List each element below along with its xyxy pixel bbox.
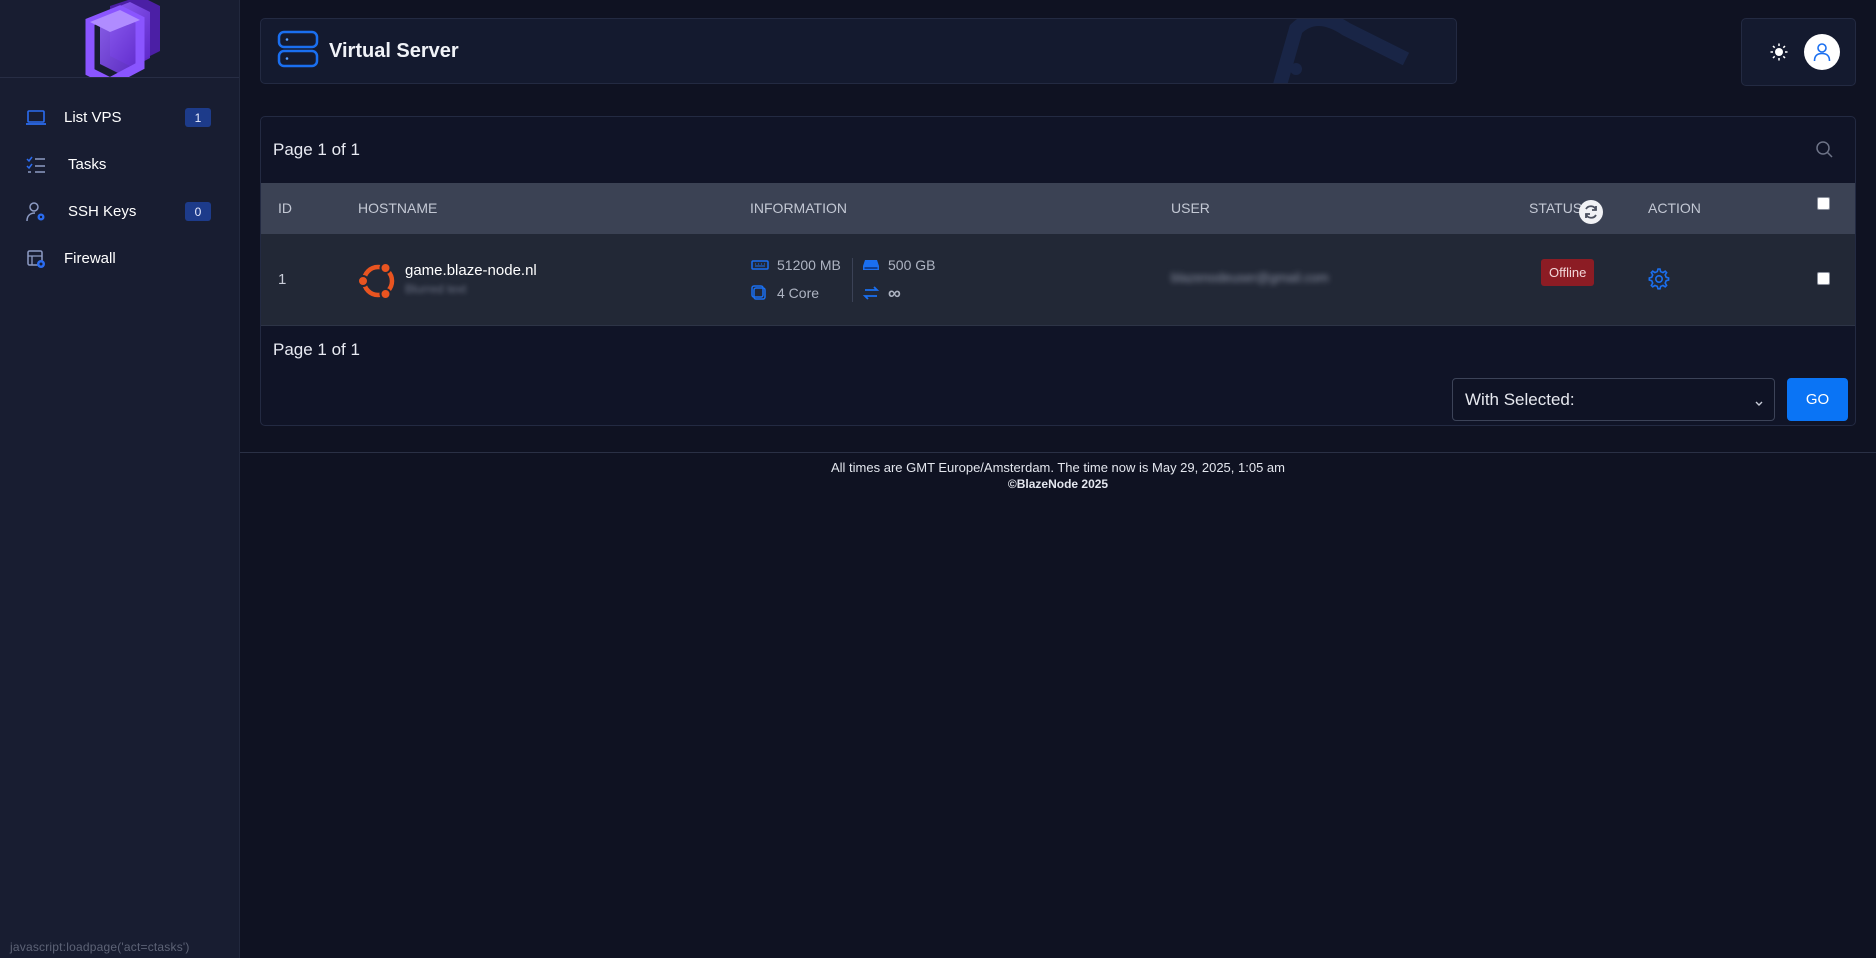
bandwidth-spec: ∞ bbox=[862, 283, 935, 303]
status-offline-badge: Offline bbox=[1541, 259, 1595, 286]
settings-gear-icon[interactable] bbox=[1648, 268, 1670, 295]
footer-divider bbox=[240, 452, 1876, 453]
sidebar-item-list-vps[interactable]: List VPS 1 bbox=[0, 94, 239, 141]
page-info-top: Page 1 of 1 bbox=[273, 140, 360, 159]
transfer-icon bbox=[862, 285, 882, 301]
page-title: Virtual Server bbox=[329, 39, 459, 62]
sidebar-item-label: List VPS bbox=[64, 109, 122, 126]
ssh-keys-count-badge: 0 bbox=[185, 202, 211, 221]
hostname-subtext: Blurred text bbox=[405, 282, 467, 296]
laptop-icon bbox=[24, 106, 48, 130]
vps-table-card: Page 1 of 1 ID HOSTNAME INFORMATION USER… bbox=[260, 116, 1856, 426]
with-selected-value: With Selected: bbox=[1465, 389, 1575, 409]
table-header: ID HOSTNAME INFORMATION USER STATUS ACTI… bbox=[261, 183, 1855, 234]
ram-spec: 51200 MB bbox=[751, 255, 841, 275]
col-id[interactable]: ID bbox=[278, 200, 292, 216]
disk-spec: 500 GB bbox=[862, 255, 935, 275]
sidebar-nav: List VPS 1 Tasks SSH Keys 0 Firewall bbox=[0, 78, 239, 282]
bandwidth-value: ∞ bbox=[888, 282, 901, 303]
sun-icon[interactable] bbox=[1770, 43, 1788, 61]
firewall-icon bbox=[24, 247, 48, 271]
cpu-value: 4 Core bbox=[777, 285, 820, 301]
vps-count-badge: 1 bbox=[185, 108, 211, 127]
sidebar-item-firewall[interactable]: Firewall bbox=[0, 235, 239, 282]
sidebar: List VPS 1 Tasks SSH Keys 0 Firewall jav… bbox=[0, 0, 240, 958]
sidebar-item-label: Tasks bbox=[68, 156, 107, 173]
hostname-cell: game.blaze-node.nl Blurred text bbox=[405, 262, 537, 296]
task-list-icon bbox=[24, 153, 48, 177]
server-icon bbox=[277, 30, 319, 73]
col-information: INFORMATION bbox=[750, 200, 847, 216]
chevron-down-icon bbox=[1754, 394, 1764, 414]
browser-status-url: javascript:loadpage('act=ctasks') bbox=[10, 940, 190, 954]
info-right: 500 GB ∞ bbox=[862, 255, 935, 303]
user-email: blazenodeuser@gmail.com bbox=[1171, 270, 1329, 285]
page-header: Virtual Server bbox=[260, 18, 1457, 84]
info-divider bbox=[852, 258, 853, 302]
info-left: 51200 MB 4 Core bbox=[751, 255, 841, 303]
ubuntu-icon bbox=[357, 260, 399, 307]
sidebar-item-tasks[interactable]: Tasks bbox=[0, 141, 239, 188]
col-status: STATUS bbox=[1529, 200, 1583, 216]
user-avatar[interactable] bbox=[1804, 34, 1840, 70]
footer-copyright: ©BlazeNode 2025 bbox=[1007, 477, 1109, 491]
sidebar-item-label: Firewall bbox=[64, 250, 116, 267]
search-icon[interactable] bbox=[1815, 140, 1833, 163]
page-info-bottom: Page 1 of 1 bbox=[273, 340, 360, 359]
cpu-spec: 4 Core bbox=[751, 283, 841, 303]
cpu-icon bbox=[751, 285, 771, 301]
top-actions bbox=[1741, 18, 1856, 86]
refresh-icon[interactable] bbox=[1579, 200, 1603, 224]
logo[interactable] bbox=[0, 0, 239, 78]
sidebar-item-ssh-keys[interactable]: SSH Keys 0 bbox=[0, 188, 239, 235]
col-action: ACTION bbox=[1648, 200, 1701, 216]
memory-icon bbox=[751, 259, 771, 271]
row-select-checkbox[interactable] bbox=[1817, 272, 1830, 285]
disk-icon bbox=[862, 258, 882, 272]
go-button[interactable]: GO bbox=[1787, 378, 1848, 421]
col-user[interactable]: USER bbox=[1171, 200, 1210, 216]
watermark-icon bbox=[1256, 19, 1416, 83]
col-hostname[interactable]: HOSTNAME bbox=[358, 200, 437, 216]
with-selected-dropdown[interactable]: With Selected: bbox=[1452, 378, 1775, 421]
footer: All times are GMT Europe/Amsterdam. The … bbox=[240, 460, 1876, 491]
ram-value: 51200 MB bbox=[777, 257, 841, 273]
footer-time: All times are GMT Europe/Amsterdam. The … bbox=[831, 460, 1285, 475]
select-all-checkbox[interactable] bbox=[1817, 197, 1830, 210]
sidebar-item-label: SSH Keys bbox=[68, 203, 137, 220]
blazenode-logo-icon bbox=[85, 0, 160, 77]
row-id: 1 bbox=[278, 271, 287, 288]
table-row[interactable]: 1 game.blaze-node.nl Blurred text 51200 … bbox=[261, 234, 1855, 326]
user-key-icon bbox=[24, 200, 48, 224]
user-icon bbox=[1813, 43, 1831, 62]
disk-value: 500 GB bbox=[888, 257, 936, 273]
status-badge: Offline bbox=[1541, 259, 1595, 286]
hostname-link[interactable]: game.blaze-node.nl bbox=[405, 262, 537, 279]
